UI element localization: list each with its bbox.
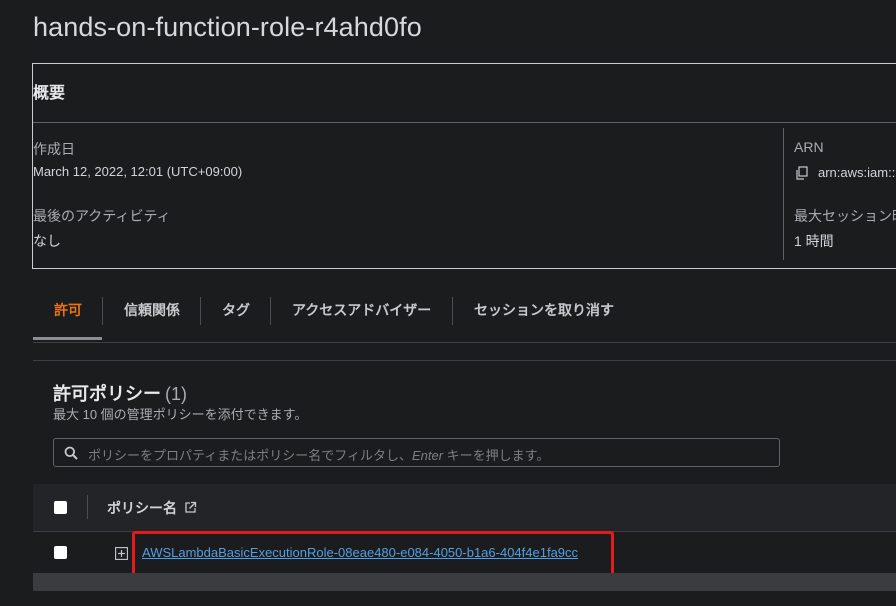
horizontal-scrollbar[interactable] bbox=[33, 573, 896, 591]
active-tab-indicator bbox=[33, 337, 102, 340]
tab-tags[interactable]: タグ bbox=[222, 290, 250, 330]
tab-separator bbox=[102, 297, 103, 325]
copy-icon[interactable] bbox=[795, 166, 809, 180]
policy-search-input[interactable]: ポリシーをプロパティまたはポリシー名でフィルタし、Enter キーを押します。 bbox=[53, 438, 780, 467]
placeholder-text: ポリシーをプロパティまたはポリシー名でフィルタし、 bbox=[88, 448, 412, 463]
external-link-icon[interactable] bbox=[184, 501, 197, 514]
summary-panel: 概要 作成日 March 12, 2022, 12:01 (UTC+09:00)… bbox=[32, 63, 896, 269]
policies-count: (1) bbox=[165, 384, 187, 404]
page-title: hands-on-function-role-r4ahd0fo bbox=[33, 12, 422, 42]
column-header-policy-name[interactable]: ポリシー名 bbox=[107, 498, 177, 518]
column-separator bbox=[87, 495, 88, 519]
last-activity-value: なし bbox=[33, 233, 61, 249]
summary-divider bbox=[33, 122, 896, 123]
tab-separator bbox=[200, 297, 201, 325]
tab-separator bbox=[452, 297, 453, 325]
summary-column-divider bbox=[783, 128, 784, 260]
arn-label: ARN bbox=[794, 139, 824, 155]
highlight-box bbox=[132, 531, 614, 578]
tab-bar: 許可 信頼関係 タグ アクセスアドバイザー セッションを取り消す bbox=[33, 290, 896, 343]
row-checkbox[interactable] bbox=[54, 546, 67, 559]
policies-title: 許可ポリシー bbox=[53, 384, 161, 404]
summary-title: 概要 bbox=[33, 85, 66, 102]
tab-separator bbox=[270, 297, 271, 325]
select-all-checkbox[interactable] bbox=[54, 501, 67, 514]
panel-divider bbox=[33, 360, 896, 361]
created-value: March 12, 2022, 12:01 (UTC+09:00) bbox=[33, 164, 243, 179]
arn-value: arn:aws:iam:: bbox=[818, 165, 896, 180]
table-header: ポリシー名 bbox=[33, 484, 896, 532]
placeholder-text-end: キーを押します。 bbox=[443, 448, 550, 463]
search-icon bbox=[64, 446, 78, 460]
tab-permissions[interactable]: 許可 bbox=[54, 290, 82, 330]
max-session-value: 1 時間 bbox=[794, 233, 834, 249]
placeholder-key: Enter bbox=[411, 448, 444, 463]
expand-icon[interactable] bbox=[115, 547, 128, 560]
search-placeholder: ポリシーをプロパティまたはポリシー名でフィルタし、Enter キーを押します。 bbox=[88, 445, 549, 464]
policies-description: 最大 10 個の管理ポリシーを添付できます。 bbox=[53, 407, 308, 422]
tab-trust-relationships[interactable]: 信頼関係 bbox=[124, 290, 180, 330]
created-label: 作成日 bbox=[33, 141, 75, 157]
tab-access-advisor[interactable]: アクセスアドバイザー bbox=[292, 290, 431, 330]
policies-heading: 許可ポリシー (1) bbox=[53, 380, 187, 406]
max-session-label: 最大セッション時 bbox=[794, 208, 896, 224]
last-activity-label: 最後のアクティビティ bbox=[33, 208, 171, 224]
tab-revoke-sessions[interactable]: セッションを取り消す bbox=[474, 290, 614, 330]
